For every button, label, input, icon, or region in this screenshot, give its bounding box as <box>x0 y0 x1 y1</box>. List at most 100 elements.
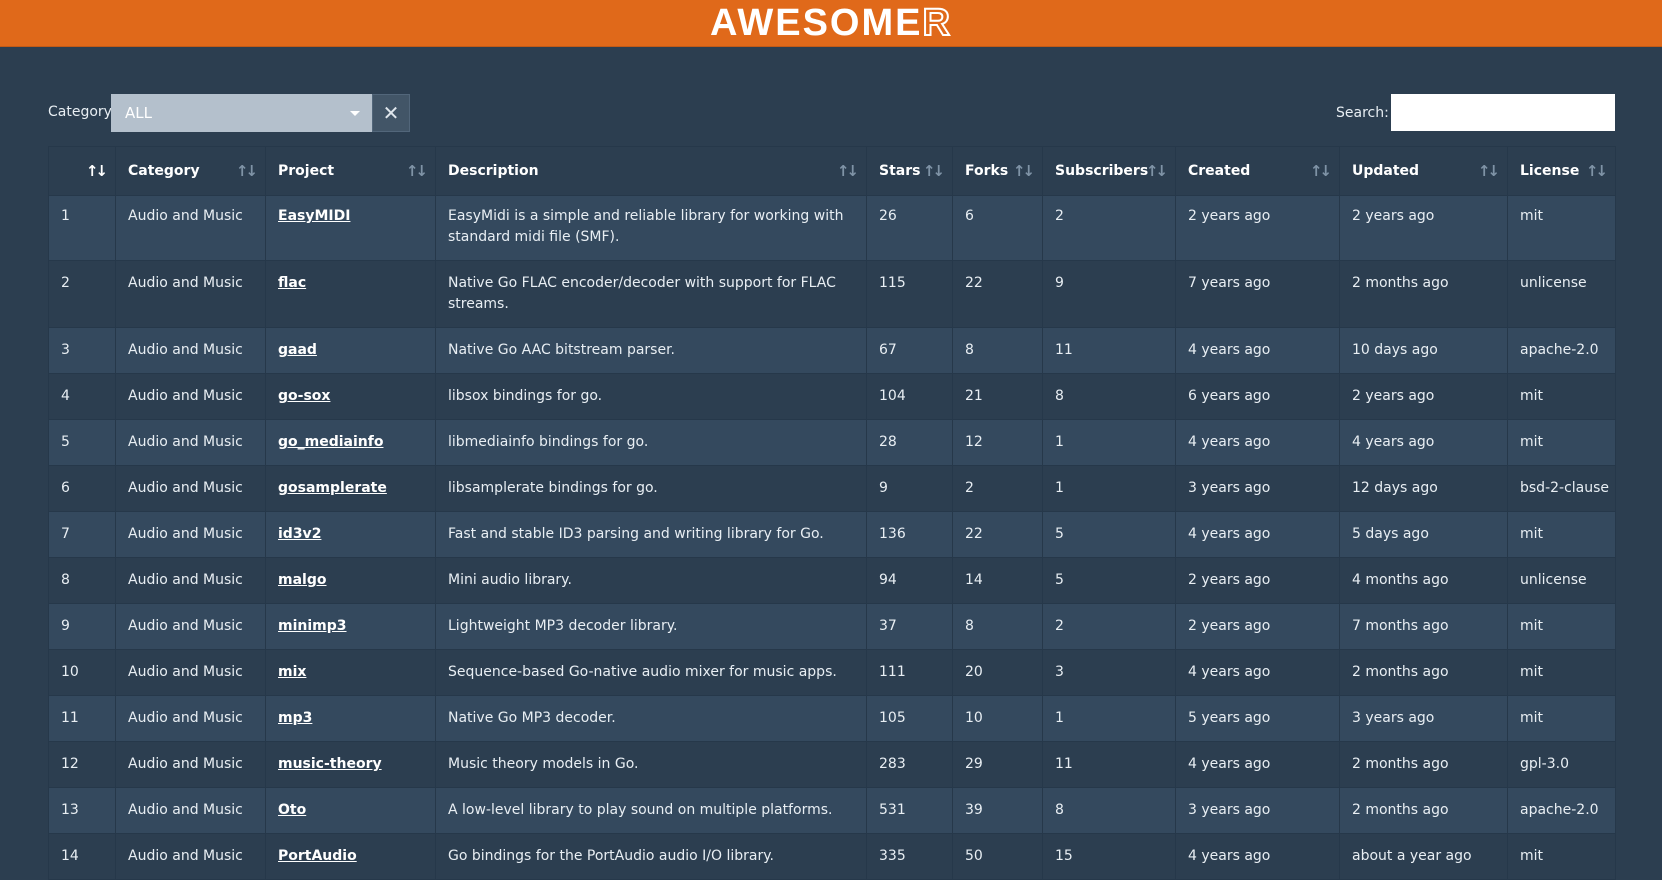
row-project-cell: flac <box>265 260 436 328</box>
category-select[interactable]: ALL <box>111 94 374 132</box>
row-project-cell: mix <box>265 649 436 696</box>
brand-text-main: AWESOME <box>710 2 923 44</box>
row-created-cell: 2 years ago <box>1175 557 1340 604</box>
category-select-value: ALL <box>125 104 152 122</box>
row-index-cell: 3 <box>48 327 116 374</box>
project-link[interactable]: go-sox <box>278 388 330 404</box>
row-forks-cell: 21 <box>952 373 1043 420</box>
column-header-subscribers[interactable]: Subscribers ↑↓ <box>1042 146 1176 196</box>
column-header-label: Updated <box>1352 163 1420 179</box>
project-link[interactable]: gosamplerate <box>278 480 387 496</box>
row-index-cell: 4 <box>48 373 116 420</box>
column-header-description[interactable]: Description ↑↓ <box>435 146 867 196</box>
sort-icon: ↑↓ <box>235 162 258 180</box>
brand-logo[interactable]: AWESOMER <box>710 2 952 44</box>
table-row: 9 Audio and Music minimp3 Lightweight MP3 d… <box>48 603 1616 650</box>
project-link[interactable]: minimp3 <box>278 618 347 634</box>
row-created-cell: 4 years ago <box>1175 741 1340 788</box>
row-subscribers-cell: 5 <box>1042 557 1176 604</box>
row-updated-cell: about a year ago <box>1339 833 1508 880</box>
row-created-cell: 5 years ago <box>1175 695 1340 742</box>
row-category-cell: Audio and Music <box>115 373 266 420</box>
column-header-license[interactable]: License ↑↓ <box>1507 146 1616 196</box>
search-input[interactable] <box>1391 94 1615 131</box>
row-category-cell: Audio and Music <box>115 741 266 788</box>
table-row: 4 Audio and Music go-sox libsox bindings fo… <box>48 373 1616 420</box>
row-description-cell: Native Go AAC bitstream parser. <box>435 327 867 374</box>
row-subscribers-cell: 5 <box>1042 511 1176 558</box>
row-updated-cell: 2 months ago <box>1339 260 1508 328</box>
row-subscribers-cell: 1 <box>1042 419 1176 466</box>
project-link[interactable]: Oto <box>278 802 306 818</box>
row-description-cell: libsox bindings for go. <box>435 373 867 420</box>
table-row: 5 Audio and Music go_mediainfo libmediainfo… <box>48 419 1616 466</box>
column-header-label: Description <box>448 163 539 179</box>
row-created-cell: 3 years ago <box>1175 465 1340 512</box>
row-category-cell: Audio and Music <box>115 833 266 880</box>
row-stars-cell: 283 <box>866 741 953 788</box>
sort-icon: ↑↓ <box>1145 162 1168 180</box>
column-header-stars[interactable]: Stars ↑↓ <box>866 146 953 196</box>
table-row: 3 Audio and Music gaad Native Go AAC bitstr… <box>48 327 1616 374</box>
row-updated-cell: 10 days ago <box>1339 327 1508 374</box>
row-updated-cell: 2 years ago <box>1339 373 1508 420</box>
row-forks-cell: 10 <box>952 695 1043 742</box>
column-header-forks[interactable]: Forks ↑↓ <box>952 146 1043 196</box>
row-subscribers-cell: 2 <box>1042 603 1176 650</box>
row-index-cell: 8 <box>48 557 116 604</box>
row-forks-cell: 12 <box>952 419 1043 466</box>
table-header: ↑↓ Category ↑↓ Project ↑↓ Description ↑↓ Stars ↑… <box>48 146 1616 196</box>
column-header-project[interactable]: Project ↑↓ <box>265 146 436 196</box>
close-icon: ✕ <box>382 101 400 125</box>
row-index-cell: 12 <box>48 741 116 788</box>
row-project-cell: go_mediainfo <box>265 419 436 466</box>
row-updated-cell: 2 months ago <box>1339 741 1508 788</box>
row-created-cell: 4 years ago <box>1175 833 1340 880</box>
column-header-category[interactable]: Category ↑↓ <box>115 146 266 196</box>
column-header-index[interactable]: ↑↓ <box>48 146 116 196</box>
project-link[interactable]: gaad <box>278 342 317 358</box>
sort-icon: ↑↓ <box>1585 162 1608 180</box>
project-link[interactable]: flac <box>278 275 306 291</box>
project-link[interactable]: mp3 <box>278 710 312 726</box>
sort-icon: ↑↓ <box>1012 162 1035 180</box>
project-link[interactable]: malgo <box>278 572 326 588</box>
row-stars-cell: 9 <box>866 465 953 512</box>
project-link[interactable]: music-theory <box>278 756 382 772</box>
sort-ascending-icon: ↑↓ <box>85 162 108 180</box>
project-link[interactable]: go_mediainfo <box>278 434 383 450</box>
column-header-created[interactable]: Created ↑↓ <box>1175 146 1340 196</box>
clear-category-button[interactable]: ✕ <box>372 94 410 132</box>
column-header-label: Category <box>128 163 200 179</box>
row-created-cell: 2 years ago <box>1175 603 1340 650</box>
row-license-cell: bsd-2-clause <box>1507 465 1616 512</box>
row-index-cell: 10 <box>48 649 116 696</box>
table-row: 14 Audio and Music PortAudio Go bindings fo… <box>48 833 1616 880</box>
row-index-cell: 1 <box>48 195 116 261</box>
table-row: 6 Audio and Music gosamplerate libsamplerat… <box>48 465 1616 512</box>
row-forks-cell: 2 <box>952 465 1043 512</box>
row-license-cell: gpl-3.0 <box>1507 741 1616 788</box>
row-license-cell: apache-2.0 <box>1507 787 1616 834</box>
column-header-updated[interactable]: Updated ↑↓ <box>1339 146 1508 196</box>
row-category-cell: Audio and Music <box>115 195 266 261</box>
row-subscribers-cell: 9 <box>1042 260 1176 328</box>
row-category-cell: Audio and Music <box>115 557 266 604</box>
project-link[interactable]: PortAudio <box>278 848 357 864</box>
row-updated-cell: 4 months ago <box>1339 557 1508 604</box>
row-description-cell: Go bindings for the PortAudio audio I/O … <box>435 833 867 880</box>
row-created-cell: 4 years ago <box>1175 649 1340 696</box>
table-row: 12 Audio and Music music-theory Music theor… <box>48 741 1616 788</box>
row-category-cell: Audio and Music <box>115 787 266 834</box>
project-link[interactable]: EasyMIDI <box>278 208 350 224</box>
row-forks-cell: 22 <box>952 511 1043 558</box>
row-description-cell: Mini audio library. <box>435 557 867 604</box>
row-subscribers-cell: 8 <box>1042 373 1176 420</box>
row-description-cell: EasyMidi is a simple and reliable librar… <box>435 195 867 261</box>
row-project-cell: gaad <box>265 327 436 374</box>
project-link[interactable]: id3v2 <box>278 526 321 542</box>
project-link[interactable]: mix <box>278 664 306 680</box>
row-stars-cell: 26 <box>866 195 953 261</box>
row-subscribers-cell: 3 <box>1042 649 1176 696</box>
row-created-cell: 2 years ago <box>1175 195 1340 261</box>
